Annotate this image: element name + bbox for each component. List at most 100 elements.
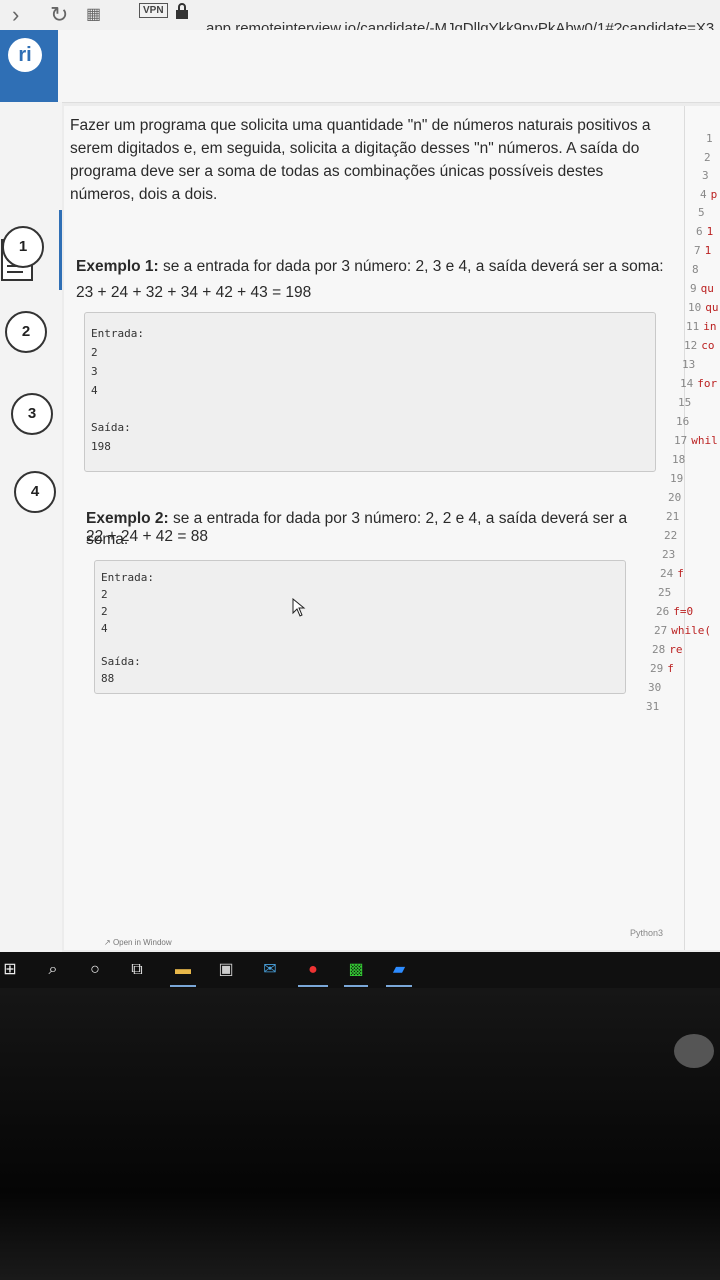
editor-line[interactable]: 17 whil [674, 434, 718, 447]
lock-icon [176, 3, 188, 19]
editor-line[interactable]: 25 [658, 586, 675, 599]
line-code: f=0 [673, 605, 694, 618]
editor-line[interactable]: 28 re [652, 643, 683, 656]
editor-line[interactable]: 22 [664, 529, 681, 542]
example-1-codebox: Entrada: 2 3 4 Saída: 198 [84, 312, 656, 472]
editor-line[interactable]: 61 [696, 225, 713, 238]
editor-line[interactable]: 27 while( [654, 624, 711, 637]
line-code: while( [671, 624, 711, 637]
editor-line[interactable]: 21 [666, 510, 683, 523]
line-number: 1 [706, 132, 713, 145]
cortana-icon[interactable]: ○ [84, 957, 106, 983]
problem-panel: Fazer um programa que solicita uma quant… [64, 106, 684, 950]
search-icon[interactable]: ⌕ [42, 957, 64, 983]
app-logo[interactable]: ri [0, 30, 58, 102]
windows-taskbar: ⊞ ⌕ ○ ⧉ ▬ ▣ ✉ ● ▩ ▰ [0, 952, 720, 988]
editor-line[interactable]: 14 for [680, 377, 717, 390]
editor-line[interactable]: 29 f [650, 662, 674, 675]
line-number: 3 [702, 169, 709, 182]
step-button-2[interactable]: 2 [5, 311, 47, 353]
line-number: 21 [666, 510, 680, 523]
editor-line[interactable]: 9 qu [690, 282, 714, 295]
line-number: 25 [658, 586, 672, 599]
editor-line[interactable]: 20 [668, 491, 685, 504]
example-2-codebox: Entrada: 2 2 4 Saída: 88 [94, 560, 626, 694]
editor-line[interactable]: 26 f=0 [656, 605, 693, 618]
example-2-title: Exemplo 2: [86, 510, 169, 527]
monitor-bezel [0, 988, 720, 1280]
line-number: 11 [686, 320, 700, 333]
example-1-heading: Exemplo 1: se a entrada for dada por 3 n… [76, 256, 676, 277]
forward-icon[interactable]: › [12, 2, 19, 28]
pycharm-icon[interactable]: ▩ [342, 957, 370, 987]
line-code: for [697, 377, 718, 390]
editor-line[interactable]: 71 [694, 244, 711, 257]
task-view-icon[interactable]: ⧉ [126, 957, 148, 983]
editor-line[interactable]: 12 co [684, 339, 715, 352]
editor-line[interactable]: 15 [678, 396, 695, 409]
editor-line[interactable]: 4p [700, 188, 717, 201]
line-number: 14 [680, 377, 694, 390]
webcam-icon [674, 1034, 714, 1068]
line-number: 4 [700, 188, 707, 201]
reload-icon[interactable]: ↻ [50, 2, 68, 28]
step-button-3[interactable]: 3 [11, 393, 53, 435]
editor-line[interactable]: 23 [662, 548, 679, 561]
vpn-badge[interactable]: VPN [139, 3, 168, 18]
file-explorer-icon[interactable]: ▬ [168, 957, 198, 987]
opera-browser-icon[interactable]: ● [296, 957, 330, 987]
example-2-input-label: Entrada: [101, 571, 154, 584]
tabs-grid-icon[interactable]: ▦ [86, 4, 101, 24]
line-number: 5 [698, 206, 705, 219]
editor-line[interactable]: 31 [646, 700, 663, 713]
mouse-cursor-icon [292, 598, 306, 617]
example-2-formula: 22 + 24 + 42 = 88 [86, 528, 208, 545]
language-selector[interactable]: Python3 [630, 928, 663, 938]
line-number: 6 [696, 225, 703, 238]
editor-line[interactable]: 10 qu [688, 301, 719, 314]
editor-line[interactable]: 16 [676, 415, 693, 428]
example-2-output-value: 88 [101, 672, 115, 685]
store-icon[interactable]: ▣ [212, 957, 240, 983]
example-2-input-value: 2 [101, 588, 108, 601]
example-2-input-value: 4 [101, 622, 108, 635]
line-number: 9 [690, 282, 697, 295]
editor-line[interactable]: 1 [706, 132, 717, 145]
line-number: 16 [676, 415, 690, 428]
editor-line[interactable]: 11 in [686, 320, 717, 333]
line-number: 10 [688, 301, 702, 314]
editor-line[interactable]: 8 [692, 263, 703, 276]
active-step-indicator [59, 210, 62, 290]
example-1-input-value: 2 [91, 346, 98, 359]
line-number: 30 [648, 681, 662, 694]
editor-line[interactable]: 13 [682, 358, 699, 371]
line-number: 23 [662, 548, 676, 561]
line-number: 15 [678, 396, 692, 409]
line-number: 26 [656, 605, 670, 618]
line-code: whil [691, 434, 718, 447]
line-number: 29 [650, 662, 664, 675]
editor-line[interactable]: 19 [670, 472, 687, 485]
example-1-text: se a entrada for dada por 3 número: 2, 3… [158, 258, 664, 275]
editor-line[interactable]: 24 f [660, 567, 684, 580]
open-in-window-link[interactable]: ↗ Open in Window [104, 938, 172, 947]
editor-line[interactable]: 30 [648, 681, 665, 694]
step-button-1[interactable]: 1 [2, 226, 44, 268]
step-button-4[interactable]: 4 [14, 471, 56, 513]
windows-start-icon[interactable]: ⊞ [0, 957, 20, 983]
line-number: 28 [652, 643, 666, 656]
line-code: qu [705, 301, 719, 314]
editor-line[interactable]: 5 [698, 206, 709, 219]
zoom-icon[interactable]: ▰ [384, 957, 414, 987]
line-code: f [667, 662, 674, 675]
app-header: ri [0, 30, 720, 103]
editor-line[interactable]: 3 [702, 169, 713, 182]
line-number: 8 [692, 263, 699, 276]
line-code: qu [700, 282, 714, 295]
editor-line[interactable]: 18 [672, 453, 689, 466]
editor-line[interactable]: 2 [704, 151, 715, 164]
example-1-input-value: 3 [91, 365, 98, 378]
line-number: 20 [668, 491, 682, 504]
line-number: 2 [704, 151, 711, 164]
mail-icon[interactable]: ✉ [256, 957, 284, 983]
